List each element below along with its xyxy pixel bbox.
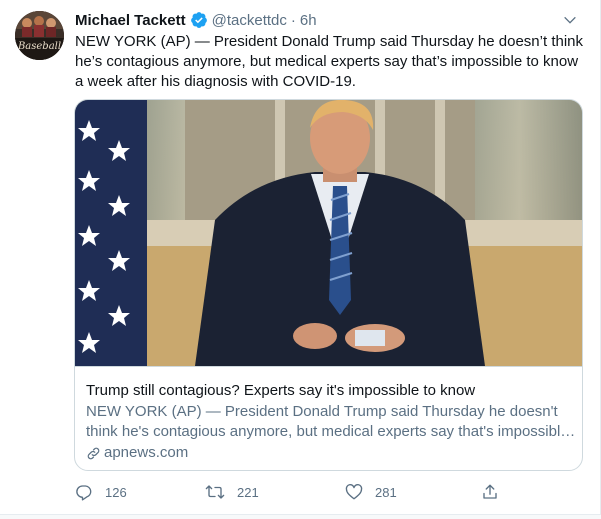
chevron-down-icon bbox=[564, 16, 576, 24]
retweet-button[interactable]: 221 bbox=[205, 480, 259, 504]
tweet[interactable]: Baseball Michael Tackett @tackettdc · 6h… bbox=[0, 0, 601, 519]
avatar-logo-text: Baseball bbox=[17, 41, 61, 52]
card-image[interactable] bbox=[75, 100, 582, 366]
tweet-text: NEW YORK (AP) — President Donald Trump s… bbox=[75, 33, 584, 90]
tweet-header: Michael Tackett @tackettdc · 6h bbox=[75, 10, 580, 30]
reply-icon bbox=[76, 485, 92, 501]
reply-button[interactable]: 126 bbox=[75, 480, 127, 504]
retweet-count: 221 bbox=[237, 484, 259, 500]
like-button[interactable]: 281 bbox=[345, 480, 397, 504]
like-count: 281 bbox=[375, 484, 397, 500]
author-name[interactable]: Michael Tackett bbox=[75, 12, 186, 29]
card-domain-text[interactable]: apnews.com bbox=[104, 443, 188, 463]
more-options-button[interactable] bbox=[560, 10, 580, 30]
card-body[interactable]: Trump still contagious? Experts say it's… bbox=[75, 366, 582, 470]
retweet-icon bbox=[205, 485, 225, 499]
separator-dot: · bbox=[290, 11, 296, 29]
link-icon bbox=[87, 447, 100, 459]
author-handle[interactable]: @tackettdc bbox=[212, 12, 287, 29]
heart-icon bbox=[345, 484, 363, 500]
tweet-actions: 126 221 281 bbox=[75, 480, 515, 504]
link-card[interactable]: Trump still contagious? Experts say it's… bbox=[74, 99, 583, 471]
card-description-line-1: NEW YORK (AP) — President Donald Trump s… bbox=[86, 403, 558, 420]
share-button[interactable] bbox=[481, 480, 511, 504]
card-description: NEW YORK (AP) — President Donald Trump s… bbox=[86, 402, 576, 442]
avatar[interactable]: Baseball bbox=[15, 11, 64, 60]
share-icon bbox=[483, 484, 497, 499]
avatar-image: Baseball bbox=[15, 11, 64, 60]
news-photo bbox=[75, 100, 582, 366]
tweet-timestamp[interactable]: 6h bbox=[300, 12, 317, 29]
verified-badge-icon bbox=[190, 11, 208, 29]
card-domain[interactable]: apnews.com bbox=[86, 443, 188, 463]
card-title[interactable]: Trump still contagious? Experts say it's… bbox=[86, 381, 574, 401]
timeline-gap bbox=[0, 515, 601, 519]
card-description-line-2: think he's contagious anymore, but medic… bbox=[86, 423, 576, 440]
reply-count: 126 bbox=[105, 484, 127, 500]
